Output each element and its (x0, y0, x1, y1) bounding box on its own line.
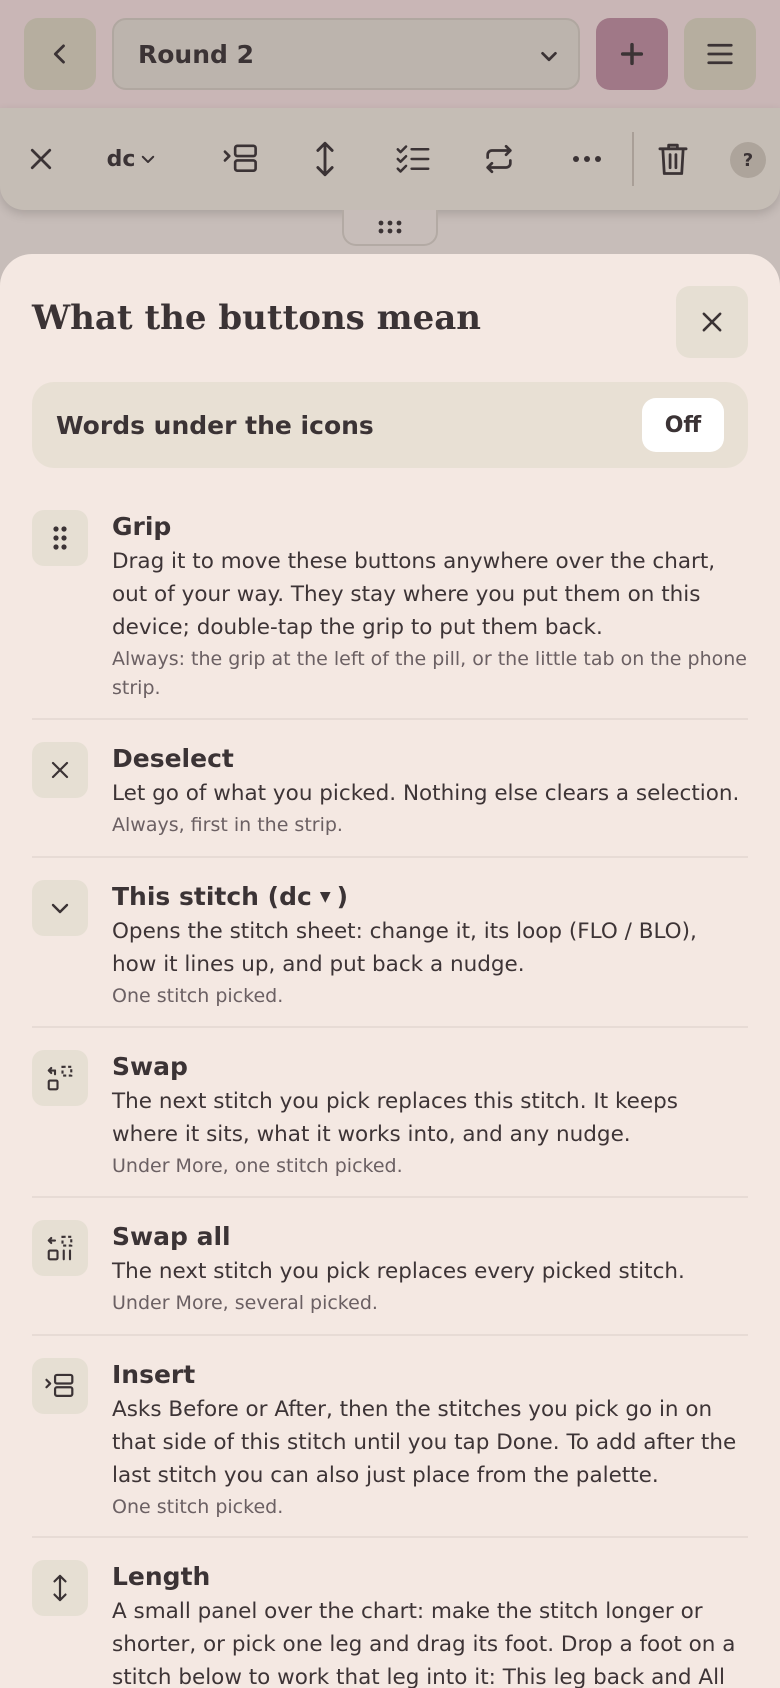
chevron-down-icon-tile (32, 880, 88, 936)
help-item-title: Insert (112, 1360, 196, 1389)
checklist-icon (396, 145, 430, 173)
round-select[interactable]: Round 2 (112, 18, 580, 90)
sheet-close-button[interactable] (676, 286, 748, 358)
help-sheet: What the buttons mean Words under the ic… (0, 254, 780, 1688)
help-item-title: This stitch (dc ▼) (112, 880, 748, 914)
help-item-note: Under More, several picked. (112, 1292, 378, 1314)
chevron-down-icon (541, 51, 557, 62)
stitch-button[interactable]: dc (96, 136, 168, 182)
help-item-note: One stitch picked. (112, 1496, 284, 1518)
grip-tab[interactable] (342, 210, 438, 246)
caret-down-icon: ▼ (319, 889, 331, 905)
chevron-down-icon (142, 155, 155, 163)
round-select-value: Round 2 (138, 39, 255, 69)
selection-toolbar: dc (0, 108, 780, 210)
help-item-title: Grip (112, 512, 172, 541)
plus-icon (620, 42, 644, 66)
close-icon (702, 312, 722, 332)
labels-toggle-row: Words under the icons Off (32, 382, 748, 468)
help-item-title-suffix: ) (336, 882, 349, 911)
toolbar-divider (632, 132, 634, 186)
help-item-desc: The next stitch you pick replaces this s… (112, 1089, 678, 1147)
help-item-title: Deselect (112, 744, 234, 773)
insert-icon-tile (32, 1358, 88, 1414)
repeat-button[interactable] (476, 136, 522, 182)
help-button[interactable]: ? (730, 142, 766, 178)
close-icon (30, 148, 52, 170)
deselect-button[interactable] (18, 136, 64, 182)
help-item-deselect: Deselect Let go of what you picked. Noth… (32, 742, 748, 858)
help-item-note: Always: the grip at the left of the pill… (112, 648, 747, 699)
insert-button[interactable] (218, 136, 264, 182)
chevron-down-icon (51, 903, 69, 914)
back-button[interactable] (24, 18, 96, 90)
add-button[interactable] (596, 18, 668, 90)
more-icon (573, 156, 601, 162)
more-button[interactable] (564, 136, 610, 182)
grip-icon (53, 526, 67, 550)
length-icon (316, 141, 334, 177)
hamburger-icon (707, 43, 733, 65)
help-item-title: Swap all (112, 1222, 231, 1251)
help-item-length: Length A small panel over the chart: mak… (32, 1560, 748, 1688)
swap-icon (47, 1065, 73, 1091)
help-item-desc: Drag it to move these buttons anywhere o… (112, 549, 716, 640)
help-item-desc: The next stitch you pick replaces every … (112, 1259, 685, 1284)
help-item-desc: A small panel over the chart: make the s… (112, 1599, 736, 1688)
labels-toggle-button[interactable]: Off (642, 398, 724, 452)
help-item-this-stitch: This stitch (dc ▼) Opens the stitch sheet… (32, 880, 748, 1028)
help-item-insert: Insert Asks Before or After, then the st… (32, 1358, 748, 1538)
stitch-button-label: dc (106, 146, 136, 172)
help-item-title: Swap (112, 1052, 188, 1081)
help-item-swap-all: Swap all The next stitch you pick replac… (32, 1220, 748, 1336)
chevron-left-icon (53, 44, 65, 64)
app-header: Round 2 (0, 0, 780, 108)
insert-icon (223, 144, 257, 173)
length-button[interactable] (302, 136, 348, 182)
delete-button[interactable] (650, 136, 696, 182)
help-item-desc: Let go of what you picked. Nothing else … (112, 781, 740, 806)
length-icon-tile (32, 1560, 88, 1616)
swap-all-icon-tile (32, 1220, 88, 1276)
length-icon (53, 1574, 67, 1602)
help-item-desc: Opens the stitch sheet: change it, its l… (112, 919, 697, 977)
labels-toggle-label: Words under the icons (56, 410, 374, 440)
help-item-swap: Swap The next stitch you pick replaces t… (32, 1050, 748, 1198)
grip-icon-tile (32, 510, 88, 566)
close-icon (51, 761, 69, 779)
grip-icon (378, 220, 402, 234)
help-item-grip: Grip Drag it to move these buttons anywh… (32, 510, 748, 720)
swap-all-icon (47, 1235, 73, 1261)
help-item-title: Length (112, 1562, 211, 1591)
swap-icon-tile (32, 1050, 88, 1106)
help-item-note: Under More, one stitch picked. (112, 1155, 403, 1177)
insert-icon (45, 1373, 74, 1397)
multi-select-button[interactable] (390, 136, 436, 182)
close-icon-tile (32, 742, 88, 798)
trash-icon (658, 143, 688, 175)
help-item-desc: Asks Before or After, then the stitches … (112, 1397, 737, 1488)
help-item-note: One stitch picked. (112, 985, 284, 1007)
help-item-note: Always, first in the strip. (112, 814, 343, 836)
menu-button[interactable] (684, 18, 756, 90)
repeat-icon (486, 144, 512, 174)
help-item-title-prefix: This stitch (dc (112, 882, 312, 911)
sheet-title: What the buttons mean (32, 298, 482, 338)
help-button-label: ? (742, 149, 754, 171)
